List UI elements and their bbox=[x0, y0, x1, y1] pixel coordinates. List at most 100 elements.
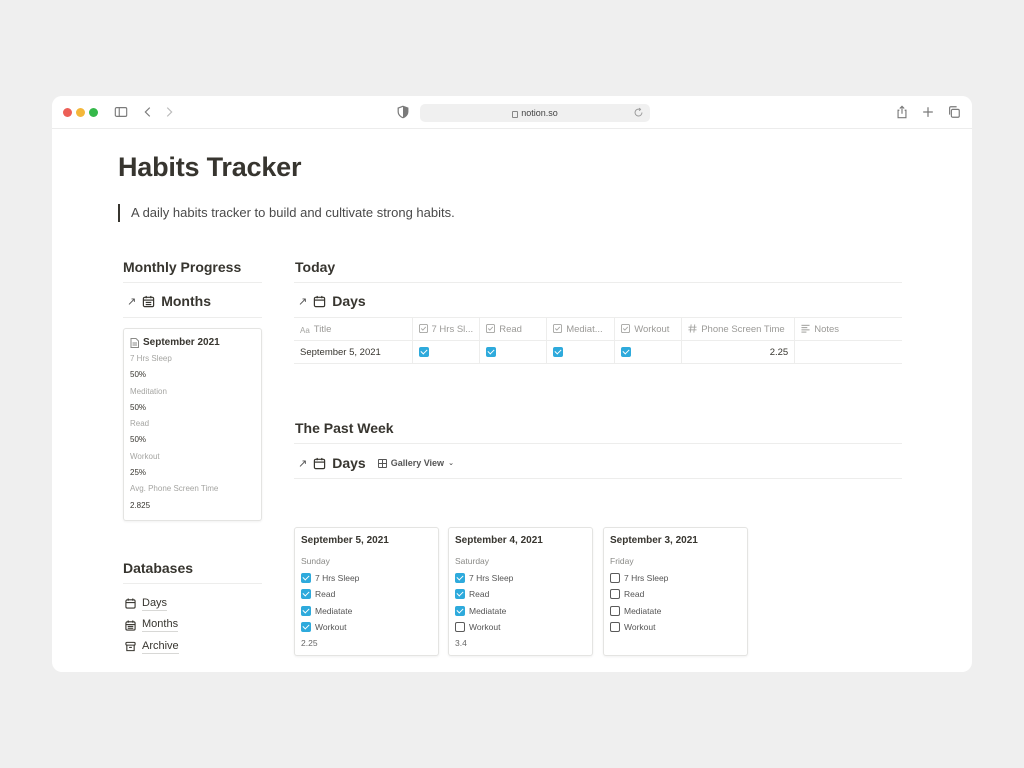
past-week-db-header[interactable]: ↗ Days Gallery View ⌄ bbox=[298, 455, 454, 471]
checkbox-label: 7 Hrs Sleep bbox=[624, 573, 669, 584]
checkbox-checked[interactable] bbox=[486, 346, 497, 357]
column-header-phone-screen-time[interactable]: Phone Screen Time bbox=[681, 317, 796, 341]
database-link-label[interactable]: Archive bbox=[142, 640, 179, 654]
tab-overview-icon[interactable] bbox=[946, 104, 962, 120]
checkbox-unchecked[interactable] bbox=[610, 622, 620, 633]
checkbox-checked[interactable] bbox=[301, 605, 311, 616]
prop-value: 50% bbox=[130, 370, 147, 380]
databases-list: Days Months Archive bbox=[125, 593, 179, 658]
cell-read[interactable] bbox=[479, 340, 548, 364]
month-card[interactable]: September 2021 7 Hrs Sleep 50% Meditatio… bbox=[123, 328, 262, 521]
column-header-read[interactable]: Read bbox=[479, 317, 548, 341]
databases-heading: Databases bbox=[123, 560, 194, 576]
checkbox-unchecked[interactable] bbox=[610, 605, 620, 616]
view-selector[interactable]: Gallery View ⌄ bbox=[377, 458, 454, 468]
privacy-shield-icon[interactable] bbox=[395, 104, 411, 120]
gallery-card-checkbox-row: 7 Hrs Sleep bbox=[301, 570, 432, 586]
close-window-button[interactable] bbox=[63, 108, 72, 117]
column-header-meditate[interactable]: Mediat... bbox=[546, 317, 616, 341]
archive-icon bbox=[125, 642, 136, 652]
cell-sleep[interactable] bbox=[412, 340, 481, 364]
gallery-card-weekday: Friday bbox=[610, 556, 634, 566]
prop-label: Workout bbox=[130, 451, 160, 461]
checkbox-label: Mediatate bbox=[624, 605, 662, 616]
address-bar[interactable]: notion.so bbox=[420, 104, 650, 122]
past-week-heading: The Past Week bbox=[295, 420, 394, 436]
cell-title[interactable]: September 5, 2021 bbox=[294, 340, 413, 364]
cell-workout[interactable] bbox=[614, 340, 683, 364]
gallery-card-checkbox-row: Read bbox=[301, 586, 432, 602]
past-week-db-title[interactable]: Days bbox=[332, 455, 365, 471]
cell-notes[interactable] bbox=[794, 340, 902, 364]
prop-value: 50% bbox=[130, 402, 147, 412]
calendar-grid-icon bbox=[125, 620, 136, 631]
back-icon[interactable] bbox=[140, 104, 156, 120]
gallery-card-checkbox-row: Workout bbox=[610, 619, 741, 635]
gallery-card-weekday: Saturday bbox=[455, 556, 490, 566]
gallery-card[interactable]: September 5, 2021 Sunday 7 Hrs Sleep Read Me… bbox=[294, 527, 439, 656]
days-db-header[interactable]: ↗ Days bbox=[298, 293, 366, 309]
checkbox-checked[interactable] bbox=[455, 573, 465, 584]
cell-meditate[interactable] bbox=[546, 340, 616, 364]
column-header-notes[interactable]: Notes bbox=[794, 317, 902, 341]
checkbox-label: Workout bbox=[469, 622, 501, 633]
table-row[interactable]: September 5, 2021 2.25 bbox=[294, 340, 902, 364]
linked-db-arrow-icon: ↗ bbox=[127, 295, 137, 308]
forward-icon[interactable] bbox=[161, 104, 177, 120]
gallery-card[interactable]: September 4, 2021 Saturday 7 Hrs Sleep Read… bbox=[448, 527, 593, 656]
checkbox-unchecked[interactable] bbox=[610, 589, 620, 600]
checkbox-label: Workout bbox=[315, 622, 347, 633]
calendar-icon bbox=[314, 457, 326, 469]
database-link-label[interactable]: Months bbox=[142, 618, 179, 633]
url-text: notion.so bbox=[521, 108, 558, 118]
checkbox-checked[interactable] bbox=[621, 346, 632, 357]
table-header-row: Aa Title 7 Hrs Sl... Read Mediat... Worko… bbox=[294, 317, 902, 341]
checkbox-unchecked[interactable] bbox=[455, 622, 465, 633]
prop-label: Read bbox=[130, 419, 150, 429]
database-link-days[interactable]: Days bbox=[125, 593, 179, 615]
database-link-label[interactable]: Days bbox=[142, 597, 168, 611]
months-db-header[interactable]: ↗ Months bbox=[127, 293, 211, 309]
checkbox-icon bbox=[486, 323, 496, 333]
checkbox-checked[interactable] bbox=[301, 589, 311, 600]
column-header-sleep[interactable]: 7 Hrs Sl... bbox=[412, 317, 481, 341]
gallery-card-title: September 4, 2021 bbox=[455, 535, 543, 546]
sidebar-toggle-icon[interactable] bbox=[113, 104, 129, 120]
checkbox-checked[interactable] bbox=[553, 346, 564, 357]
checkbox-label: Read bbox=[469, 589, 490, 600]
column-header-title[interactable]: Aa Title bbox=[294, 317, 413, 341]
months-db-title[interactable]: Months bbox=[161, 293, 211, 309]
gallery-card-phone-time: 3.4 bbox=[455, 638, 467, 649]
gallery-card-checkbox-row: Read bbox=[610, 586, 741, 602]
share-icon[interactable] bbox=[894, 104, 910, 120]
gallery-card-checkbox-row: Mediatate bbox=[455, 603, 586, 619]
page-title: Habits Tracker bbox=[118, 152, 302, 182]
new-tab-icon[interactable] bbox=[920, 104, 936, 120]
days-db-title[interactable]: Days bbox=[332, 293, 365, 309]
minimize-window-button[interactable] bbox=[76, 108, 85, 117]
database-link-archive[interactable]: Archive bbox=[125, 636, 179, 658]
checkbox-checked[interactable] bbox=[455, 605, 465, 616]
checkbox-checked[interactable] bbox=[301, 622, 311, 633]
divider bbox=[123, 583, 262, 584]
divider bbox=[123, 317, 262, 318]
maximize-window-button[interactable] bbox=[89, 108, 98, 117]
checkbox-unchecked[interactable] bbox=[610, 573, 620, 584]
checkbox-icon bbox=[553, 323, 563, 333]
gallery-grid-icon bbox=[377, 458, 387, 468]
checkbox-checked[interactable] bbox=[418, 346, 429, 357]
checkbox-icon bbox=[418, 323, 428, 333]
column-header-workout[interactable]: Workout bbox=[614, 317, 683, 341]
divider bbox=[294, 282, 902, 283]
checkbox-checked[interactable] bbox=[301, 573, 311, 584]
calendar-icon bbox=[125, 598, 136, 609]
gallery-card-checkbox-row: Workout bbox=[455, 619, 586, 635]
gallery-card[interactable]: September 3, 2021 Friday 7 Hrs Sleep Read Me… bbox=[603, 527, 748, 656]
cell-phone-screen-time[interactable]: 2.25 bbox=[681, 340, 796, 364]
reload-icon[interactable] bbox=[633, 107, 644, 118]
checkbox-checked[interactable] bbox=[455, 589, 465, 600]
gallery-card-phone-time: 2.25 bbox=[301, 638, 318, 649]
database-link-months[interactable]: Months bbox=[125, 615, 179, 637]
calendar-grid-icon bbox=[143, 295, 155, 307]
calendar-icon bbox=[314, 295, 326, 307]
